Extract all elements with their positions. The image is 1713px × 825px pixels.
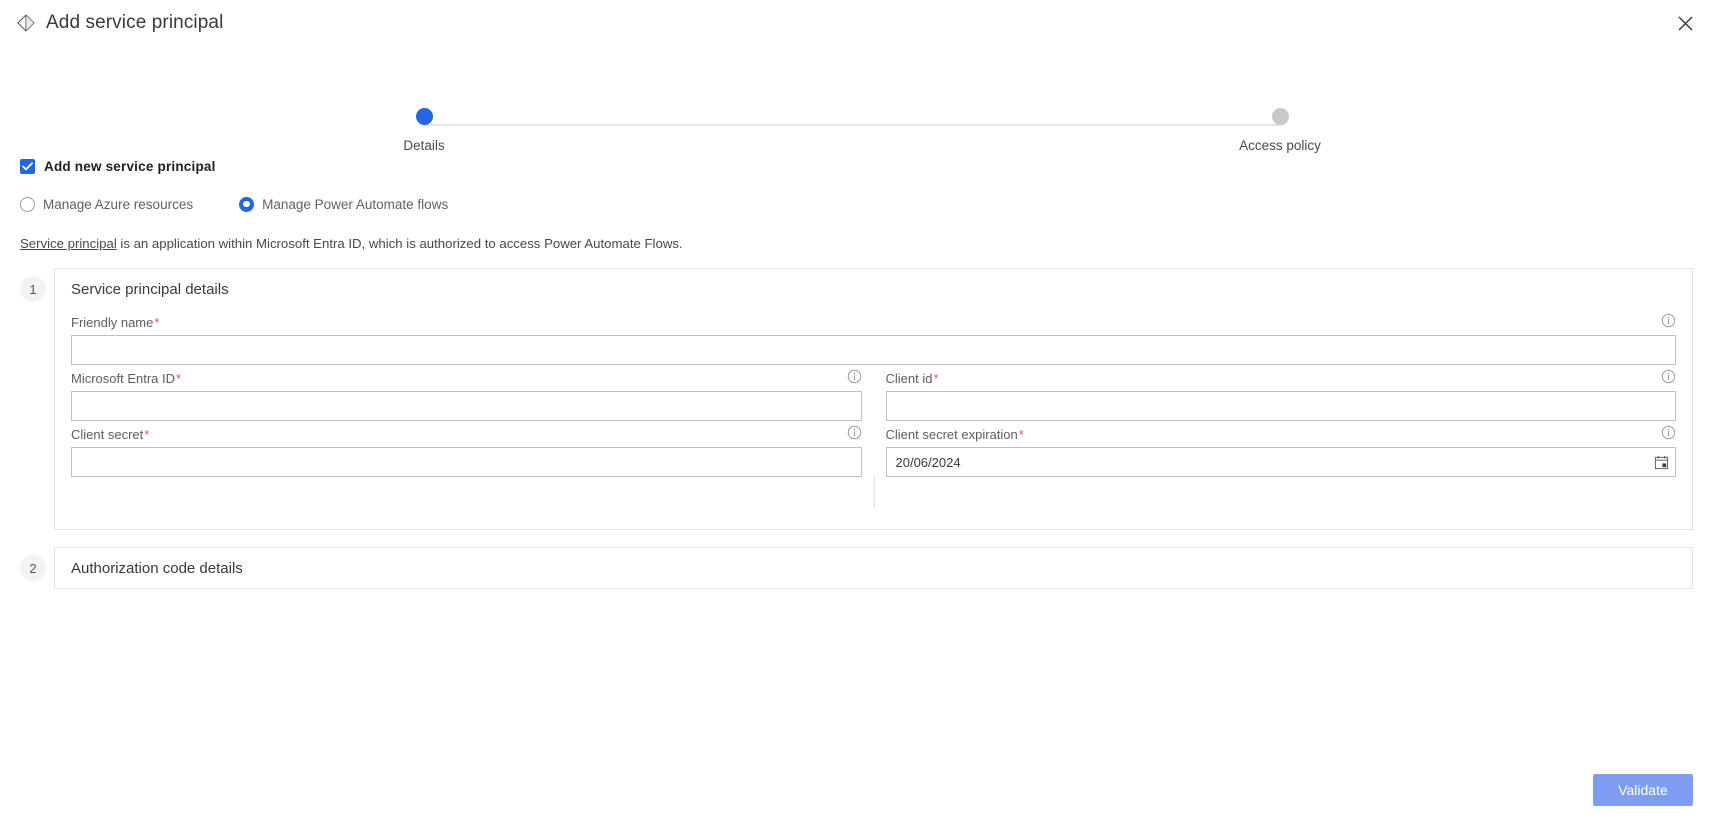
stepper-step-access-policy[interactable]: Access policy (1210, 108, 1350, 153)
label-client-secret-expiration-text: Client secret expiration (885, 427, 1018, 442)
label-client-secret: Client secret* (71, 427, 862, 442)
required-asterisk: * (154, 315, 160, 330)
page-title: Add service principal (46, 12, 224, 33)
radio-label-power-automate: Manage Power Automate flows (262, 196, 449, 212)
label-friendly-name-text: Friendly name (71, 315, 154, 330)
client-secret-expiration-input[interactable] (885, 447, 1676, 477)
radio-circle-icon (20, 196, 35, 212)
panel-header-service-principal-details[interactable]: Service principal details (55, 269, 1692, 309)
panel-service-principal-details: Service principal details Friendly name* (54, 268, 1693, 530)
add-new-service-principal-checkbox[interactable]: Add new service principal (20, 156, 216, 176)
manage-target-radio-group: Manage Azure resources Manage Power Auto… (20, 194, 1713, 214)
label-client-secret-expiration: Client secret expiration* (886, 427, 1677, 442)
service-principal-description: Service principal is an application with… (0, 236, 1713, 251)
form-row-entra-client-id: Microsoft Entra ID* Client id* (71, 369, 1677, 421)
date-picker-wrapper (885, 447, 1676, 477)
info-icon-client-secret[interactable] (847, 425, 862, 440)
diamond-outline-icon (16, 13, 36, 33)
info-icon-client-id[interactable] (1661, 369, 1676, 384)
friendly-name-input[interactable] (71, 335, 1676, 365)
field-client-id: Client id* (885, 369, 1677, 421)
radio-manage-azure-resources[interactable]: Manage Azure resources (20, 196, 194, 212)
stepper-label-access-policy: Access policy (1239, 138, 1321, 153)
validate-button[interactable]: Validate (1593, 774, 1693, 806)
stepper-connector-line (424, 124, 1283, 126)
calendar-icon[interactable] (1647, 448, 1675, 476)
field-client-secret: Client secret* (71, 425, 862, 477)
form-row-friendly-name: Friendly name* (71, 313, 1676, 365)
section-number-badge-1: 1 (20, 276, 46, 302)
field-client-secret-expiration: Client secret expiration* (885, 425, 1677, 477)
section-number-badge-2: 2 (20, 555, 46, 581)
panel-bottom-spacer (71, 477, 1676, 511)
checkmark-icon (20, 158, 35, 174)
info-icon-microsoft-entra-id[interactable] (847, 369, 862, 384)
stepper-dot-access-policy (1271, 108, 1289, 125)
required-asterisk: * (1018, 427, 1024, 442)
label-client-id-text: Client id (885, 371, 933, 386)
field-friendly-name: Friendly name* (71, 313, 1676, 365)
service-principal-link[interactable]: Service principal (20, 236, 117, 251)
panel-authorization-code-details: Authorization code details (54, 547, 1693, 589)
client-secret-input[interactable] (71, 447, 862, 477)
wizard-stepper: Details Access policy (0, 54, 1713, 153)
microsoft-entra-id-input[interactable] (71, 391, 862, 421)
required-asterisk: * (144, 427, 150, 442)
dialog-header: Add service principal (0, 0, 1713, 46)
radio-manage-power-automate-flows[interactable]: Manage Power Automate flows (239, 196, 449, 212)
label-client-secret-text: Client secret (71, 427, 144, 442)
stepper-label-details: Details (403, 138, 445, 153)
section-authorization-code-details: 2 Authorization code details (0, 547, 1713, 589)
label-friendly-name: Friendly name* (71, 315, 1676, 330)
label-microsoft-entra-id: Microsoft Entra ID* (71, 371, 862, 386)
field-microsoft-entra-id: Microsoft Entra ID* (71, 369, 862, 421)
required-asterisk: * (933, 371, 939, 386)
section-service-principal-details: 1 Service principal details Friendly nam… (0, 268, 1713, 530)
label-client-id: Client id* (886, 371, 1677, 386)
info-icon-client-secret-expiration[interactable] (1661, 425, 1676, 440)
column-divider (873, 477, 875, 509)
required-asterisk: * (176, 371, 182, 386)
radio-label-azure: Manage Azure resources (43, 196, 194, 212)
close-icon[interactable] (1669, 7, 1701, 39)
form-row-client-secret: Client secret* Client secret expiration* (71, 425, 1677, 477)
panel-header-authorization-code-details[interactable]: Authorization code details (55, 548, 1692, 588)
checkbox-label: Add new service principal (44, 158, 216, 174)
stepper-step-details[interactable]: Details (354, 108, 494, 153)
stepper-dot-details (415, 108, 433, 125)
panel-title-2: Authorization code details (71, 559, 243, 577)
info-icon-friendly-name[interactable] (1661, 313, 1676, 328)
dialog-footer: Validate (0, 755, 1713, 825)
label-entra-id-text: Microsoft Entra ID (71, 371, 176, 386)
description-text: is an application within Microsoft Entra… (116, 236, 683, 251)
panel-title-1: Service principal details (71, 280, 229, 298)
panel-body-service-principal-details: Friendly name* Microsoft Entra ID* Clien… (55, 313, 1692, 529)
client-id-input[interactable] (885, 391, 1676, 421)
radio-circle-selected-icon (239, 196, 255, 212)
options-group: Add new service principal Manage Azure r… (0, 156, 1713, 214)
